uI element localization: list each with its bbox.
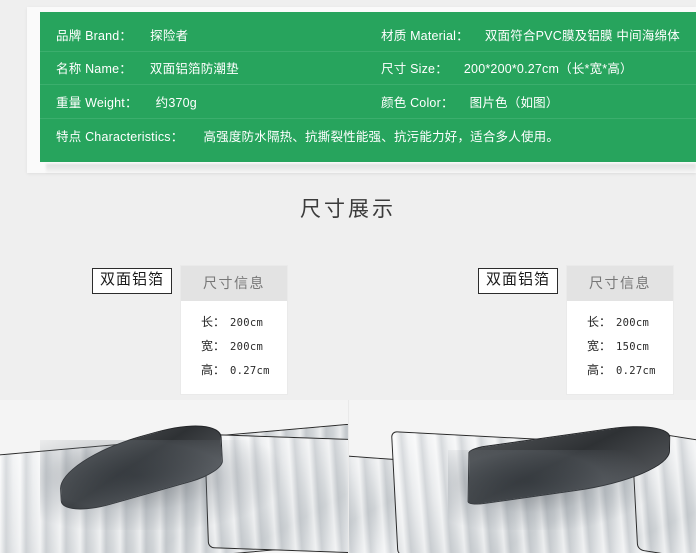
- photo-vertical-divider: [348, 400, 349, 553]
- spec-label-size: 尺寸 Size：: [381, 62, 448, 77]
- product-photo-dark-side: [348, 400, 696, 553]
- spec-cell-material: 材质 Material： 双面符合PVC膜及铝膜 中间海绵体: [381, 25, 696, 44]
- spec-value-material: 双面符合PVC膜及铝膜 中间海绵体: [484, 28, 680, 43]
- size-info-key: 宽：: [587, 339, 612, 353]
- size-info-key: 高：: [587, 363, 612, 377]
- spec-cell-name: 名称 Name： 双面铝箔防潮垫: [56, 58, 381, 77]
- spec-cell-size: 尺寸 Size： 200*200*0.27cm（长*宽*高）: [381, 58, 696, 77]
- spec-row: 名称 Name： 双面铝箔防潮垫 尺寸 Size： 200*200*0.27cm…: [40, 52, 696, 85]
- spec-value-size: 200*200*0.27cm（长*宽*高）: [463, 62, 633, 77]
- size-info-box: 尺寸信息 长： 200cm 宽： 200cm 高： 0.27cm: [181, 266, 288, 394]
- spec-label-weight: 重量 Weight：: [56, 95, 138, 110]
- section-title-size-display: 尺寸展示: [300, 198, 396, 221]
- size-info-value: 0.27cm: [230, 365, 270, 377]
- size-info-line-width: 宽： 150cm: [587, 337, 673, 354]
- size-info-body: 长： 200cm 宽： 200cm 高： 0.27cm: [181, 301, 288, 394]
- size-info-value: 150cm: [616, 341, 650, 353]
- spec-cell-brand: 品牌 Brand： 探险者: [56, 25, 381, 44]
- spec-value-color: 图片色（如图）: [469, 95, 559, 110]
- size-card: 双面铝箔 尺寸信息 长： 200cm 宽： 150cm 高： 0.27cm: [478, 266, 674, 394]
- spec-value-weight: 约370g: [155, 95, 197, 110]
- size-info-line-length: 长： 200cm: [201, 313, 287, 330]
- size-info-header: 尺寸信息: [567, 266, 674, 301]
- size-info-line-height: 高： 0.27cm: [587, 361, 673, 378]
- product-spec-panel: 品牌 Brand： 探险者 材质 Material： 双面符合PVC膜及铝膜 中…: [40, 12, 696, 162]
- size-info-header: 尺寸信息: [181, 266, 288, 301]
- size-info-body: 长： 200cm 宽： 150cm 高： 0.27cm: [567, 301, 674, 394]
- size-info-key: 长：: [201, 315, 226, 329]
- spec-row: 重量 Weight： 约370g 颜色 Color： 图片色（如图）: [40, 85, 696, 119]
- spec-label-brand: 品牌 Brand：: [56, 28, 133, 43]
- size-info-key: 高：: [201, 363, 226, 377]
- spec-value-name: 双面铝箔防潮垫: [149, 62, 239, 77]
- size-info-value: 200cm: [230, 341, 264, 353]
- size-info-key: 长：: [587, 315, 612, 329]
- size-info-value: 200cm: [230, 317, 264, 329]
- spec-label-characteristics: 特点 Characteristics：: [56, 129, 184, 144]
- size-info-box: 尺寸信息 长： 200cm 宽： 150cm 高： 0.27cm: [567, 266, 674, 394]
- size-info-line-length: 长： 200cm: [587, 313, 673, 330]
- product-detail-page: 品牌 Brand： 探险者 材质 Material： 双面符合PVC膜及铝膜 中…: [0, 0, 696, 553]
- size-card: 双面铝箔 尺寸信息 长： 200cm 宽： 200cm 高： 0.27cm: [92, 266, 288, 394]
- spec-panel-shadow: [46, 164, 696, 174]
- size-info-line-height: 高： 0.27cm: [201, 361, 287, 378]
- size-info-line-width: 宽： 200cm: [201, 337, 287, 354]
- spec-label-color: 颜色 Color：: [381, 95, 454, 110]
- spec-cell-color: 颜色 Color： 图片色（如图）: [381, 92, 696, 111]
- mat-sheen-highlight: [40, 440, 280, 530]
- spec-label-material: 材质 Material：: [381, 28, 469, 43]
- size-info-value: 0.27cm: [616, 365, 656, 377]
- spec-value-brand: 探险者: [150, 28, 189, 43]
- product-photo-silver: [0, 400, 348, 553]
- spec-row: 品牌 Brand： 探险者 材质 Material： 双面符合PVC膜及铝膜 中…: [40, 18, 696, 52]
- spec-cell-weight: 重量 Weight： 约370g: [56, 92, 381, 111]
- spec-label-name: 名称 Name：: [56, 62, 132, 77]
- spec-value-characteristics: 高强度防水隔热、抗撕裂性能强、抗污能力好，适合多人使用。: [203, 129, 560, 144]
- foil-tag-label: 双面铝箔: [478, 268, 559, 294]
- size-info-key: 宽：: [201, 339, 226, 353]
- foil-tag-label: 双面铝箔: [92, 268, 173, 294]
- spec-row-characteristics: 特点 Characteristics： 高强度防水隔热、抗撕裂性能强、抗污能力好…: [40, 119, 696, 153]
- size-info-value: 200cm: [616, 317, 650, 329]
- mat-sheen-highlight: [448, 450, 648, 530]
